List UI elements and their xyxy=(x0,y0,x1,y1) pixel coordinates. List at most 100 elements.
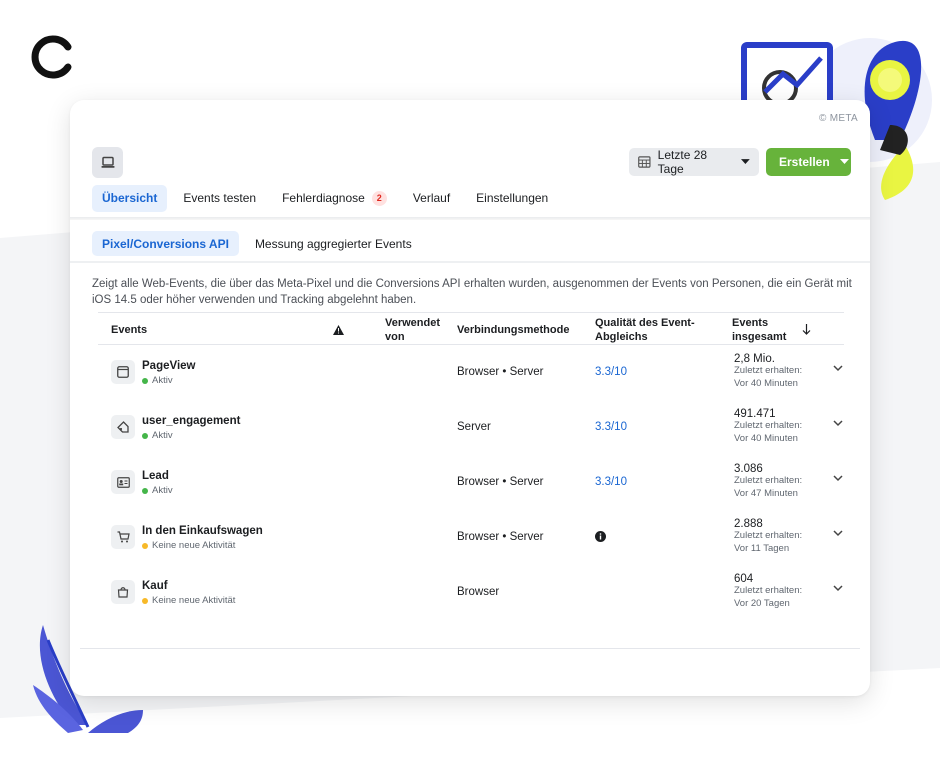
computer-icon xyxy=(101,156,114,168)
tab-label: Übersicht xyxy=(102,191,158,205)
warning-icon xyxy=(333,313,344,346)
event-name: Lead xyxy=(142,470,169,482)
last-received-label: Zuletzt erhalten: xyxy=(734,365,803,376)
events-count: 3.086 xyxy=(734,463,763,475)
event-status: Aktiv xyxy=(142,375,173,386)
last-received-label: Zuletzt erhalten: xyxy=(734,420,803,431)
create-button[interactable]: Erstellen xyxy=(766,148,851,176)
events-total: 3.086 Zuletzt erhalten: Vor 47 Minuten xyxy=(734,463,814,500)
header-total-events[interactable]: Events insgesamt xyxy=(732,313,794,346)
table-row[interactable]: PageView Aktiv Browser • Server 3.3/10 2… xyxy=(98,345,844,400)
connection-method: Browser • Server xyxy=(457,531,544,543)
subtab-pixel-conversions-api[interactable]: Pixel/Conversions API xyxy=(92,231,239,256)
caret-down-icon xyxy=(839,159,849,164)
calendar-icon xyxy=(638,156,651,168)
main-tabs: Übersicht Events testen Fehlerdiagnose 2 … xyxy=(92,184,564,212)
tab-label: Einstellungen xyxy=(476,191,549,205)
logo xyxy=(31,35,72,79)
diagnostics-count-badge: 2 xyxy=(371,190,387,206)
sub-tabs: Pixel/Conversions API Messung aggregiert… xyxy=(92,231,422,256)
subtab-label: Messung aggregierter Events xyxy=(254,236,412,251)
status-label: Keine neue Aktivität xyxy=(152,540,236,551)
tab-test-events[interactable]: Events testen xyxy=(173,185,266,212)
tabs-divider xyxy=(70,217,870,220)
events-manager-panel: © META Letzte 28 Tage Erstellen Übersich… xyxy=(70,100,870,696)
description-text: Zeigt alle Web-Events, die über das Meta… xyxy=(92,278,852,306)
tab-diagnostics[interactable]: Fehlerdiagnose 2 xyxy=(272,185,397,212)
last-received-value: Vor 20 Tagen xyxy=(734,597,790,609)
tab-label: Events testen xyxy=(183,191,257,205)
event-name: PageView xyxy=(142,360,196,372)
status-dot xyxy=(142,597,148,604)
header-events[interactable]: Events xyxy=(111,313,147,346)
last-received-label: Zuletzt erhalten: xyxy=(734,475,803,486)
subtab-aggregated-events[interactable]: Messung aggregierter Events xyxy=(245,231,422,256)
status-label: Keine neue Aktivität xyxy=(152,595,236,606)
info-icon[interactable] xyxy=(595,531,606,545)
match-quality-link[interactable]: 3.3/10 xyxy=(595,421,627,433)
chevron-down-icon[interactable] xyxy=(833,585,843,592)
table-row[interactable]: Kauf Keine neue Aktivität Browser 604 Zu… xyxy=(98,565,844,620)
status-label: Aktiv xyxy=(152,430,173,441)
event-status: Keine neue Aktivität xyxy=(142,595,235,606)
chevron-down-icon[interactable] xyxy=(833,420,843,427)
events-count: 2,8 Mio. xyxy=(734,353,775,365)
connection-method: Browser xyxy=(457,586,500,598)
event-name: In den Einkaufswagen xyxy=(142,525,263,537)
browser-window-icon xyxy=(111,360,135,384)
table-row[interactable]: In den Einkaufswagen Keine neue Aktivitä… xyxy=(98,510,844,565)
last-received-value: Vor 40 Minuten xyxy=(734,377,798,389)
tab-settings[interactable]: Einstellungen xyxy=(466,185,558,212)
chevron-down-icon[interactable] xyxy=(833,365,843,372)
copyright-label: © META xyxy=(819,113,858,124)
table-row[interactable]: user_engagement Aktiv Server 3.3/10 491.… xyxy=(98,400,844,455)
table-header: Events Verwendet von Verbindungsmethode … xyxy=(98,312,844,345)
events-total: 604 Zuletzt erhalten: Vor 20 Tagen xyxy=(734,573,814,610)
create-button-label: Erstellen xyxy=(779,155,830,169)
header-match-quality: Qualität des Event-Abgleichs xyxy=(595,316,695,343)
data-source-button[interactable] xyxy=(92,147,123,178)
last-received-value: Vor 47 Minuten xyxy=(734,487,798,499)
status-label: Aktiv xyxy=(152,375,173,386)
tab-label: Verlauf xyxy=(412,191,451,205)
caret-down-icon xyxy=(741,159,750,164)
sort-arrow-down-icon[interactable] xyxy=(802,313,811,346)
last-received-label: Zuletzt erhalten: xyxy=(734,585,803,596)
chevron-down-icon[interactable] xyxy=(833,475,843,482)
connection-method: Browser • Server xyxy=(457,476,544,488)
subtabs-divider xyxy=(70,261,870,263)
status-dot xyxy=(142,542,148,549)
last-received-value: Vor 11 Tagen xyxy=(734,542,790,554)
last-received-value: Vor 40 Minuten xyxy=(734,432,798,444)
status-label: Aktiv xyxy=(152,485,173,496)
tab-overview[interactable]: Übersicht xyxy=(92,184,168,212)
connection-method: Server xyxy=(457,421,491,433)
tag-icon xyxy=(111,415,135,439)
events-count: 2.888 xyxy=(734,518,763,530)
date-range-picker[interactable]: Letzte 28 Tage xyxy=(629,148,759,176)
event-name: Kauf xyxy=(142,580,168,592)
header-connection-method: Verbindungsmethode xyxy=(457,323,570,336)
events-total: 2,8 Mio. Zuletzt erhalten: Vor 40 Minute… xyxy=(734,353,814,390)
last-received-label: Zuletzt erhalten: xyxy=(734,530,803,541)
shopping-bag-icon xyxy=(111,580,135,604)
chevron-down-icon[interactable] xyxy=(833,530,843,537)
event-name: user_engagement xyxy=(142,415,241,427)
events-count: 604 xyxy=(734,573,754,585)
events-table: Events Verwendet von Verbindungsmethode … xyxy=(98,312,844,620)
event-status: Keine neue Aktivität xyxy=(142,540,235,551)
status-dot xyxy=(142,487,148,494)
tab-history[interactable]: Verlauf xyxy=(403,185,460,212)
header-used-by: Verwendet von xyxy=(385,316,441,343)
event-status: Aktiv xyxy=(142,430,173,441)
connection-method: Browser • Server xyxy=(457,366,544,378)
events-total: 2.888 Zuletzt erhalten: Vor 11 Tagen xyxy=(734,518,814,555)
event-status: Aktiv xyxy=(142,485,173,496)
date-range-label: Letzte 28 Tage xyxy=(657,148,708,176)
status-dot xyxy=(142,432,148,439)
match-quality-link[interactable]: 3.3/10 xyxy=(595,366,627,378)
match-quality-link[interactable]: 3.3/10 xyxy=(595,476,627,488)
table-row[interactable]: Lead Aktiv Browser • Server 3.3/10 3.086… xyxy=(98,455,844,510)
events-count: 491.471 xyxy=(734,408,776,420)
tab-label: Fehlerdiagnose xyxy=(282,191,365,205)
